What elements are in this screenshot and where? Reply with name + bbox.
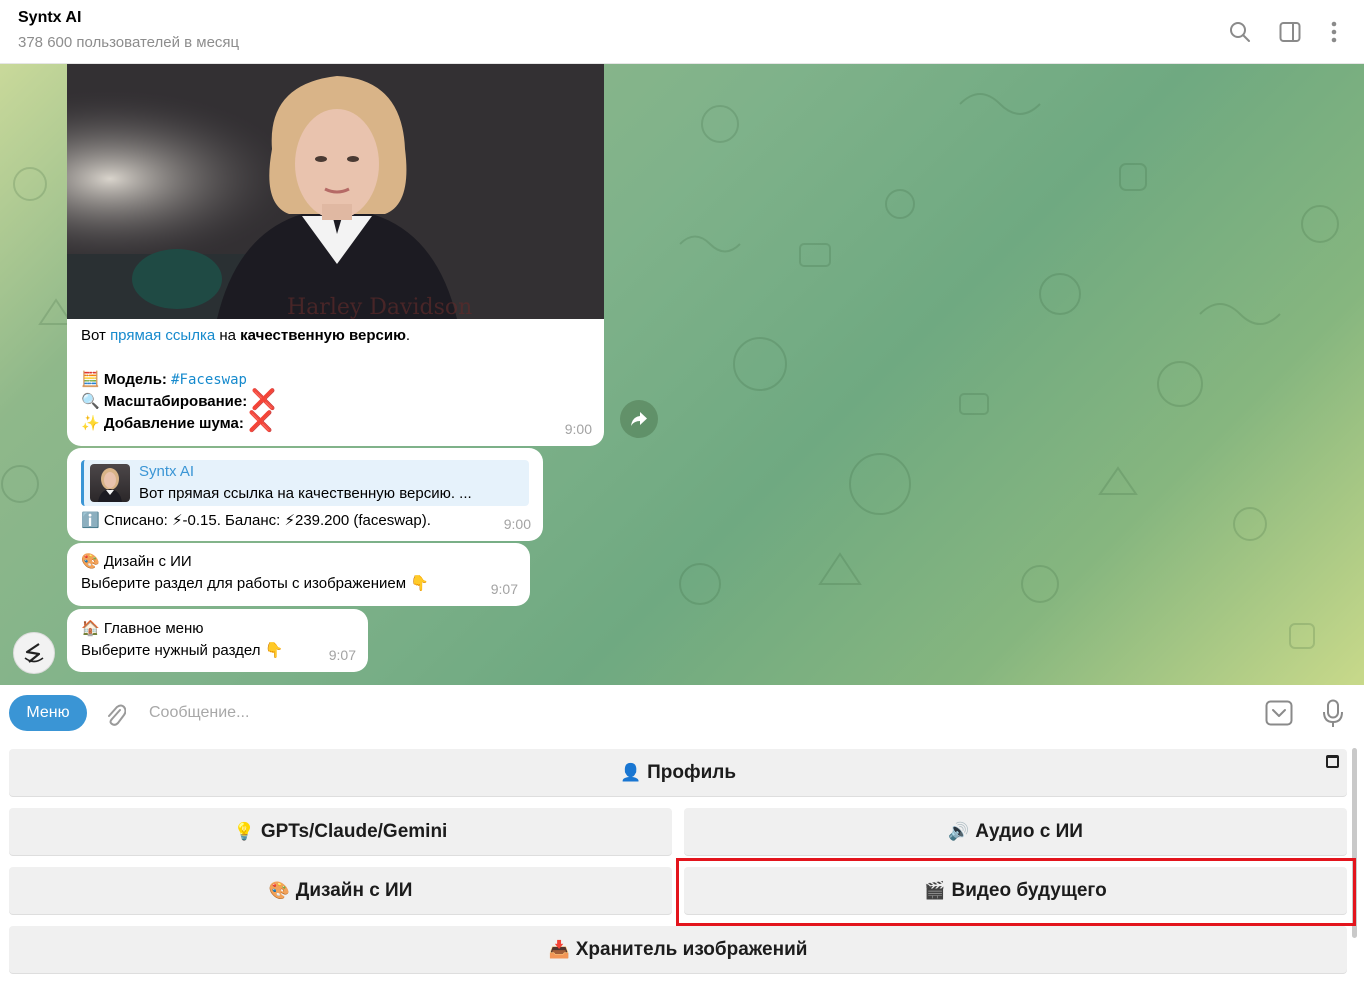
cross-mark-icon: ❌ bbox=[248, 411, 273, 433]
keyboard-toggle-icon[interactable] bbox=[1264, 698, 1294, 728]
profile-button[interactable]: 👤 Профиль bbox=[9, 749, 1347, 796]
message-bubble-charge: Syntx AI Вот прямая ссылка на качественн… bbox=[67, 448, 543, 541]
noise-line: ✨ Добавление шума: ❌ bbox=[81, 411, 273, 433]
message-bubble-main-menu: 🏠 Главное меню Выберите нужный раздел 👇 … bbox=[67, 609, 368, 672]
info-icon: ℹ️ bbox=[81, 512, 100, 529]
result-photo[interactable]: Harley Davidson bbox=[67, 64, 604, 319]
reply-thumbnail bbox=[90, 464, 130, 502]
message-time: 9:00 bbox=[564, 421, 592, 437]
palette-icon: 🎨 bbox=[81, 553, 100, 570]
lightbulb-icon: 💡 bbox=[233, 821, 255, 841]
video-button[interactable]: 🎬 Видео будущего bbox=[684, 867, 1347, 914]
inbox-tray-icon: 📥 bbox=[548, 939, 570, 959]
window-icon bbox=[1326, 755, 1339, 768]
direct-link[interactable]: прямая ссылка bbox=[110, 327, 215, 344]
reply-quote[interactable]: Syntx AI Вот прямая ссылка на качественн… bbox=[81, 460, 529, 506]
message-time: 9:00 bbox=[503, 516, 531, 532]
chat-header: Syntx AI 378 600 пользователей в месяц bbox=[0, 0, 1364, 64]
scale-line: 🔍 Масштабирование: ❌ bbox=[81, 389, 277, 411]
chat-title[interactable]: Syntx AI bbox=[18, 9, 81, 27]
message-text: Выберите раздел для работы с изображение… bbox=[81, 575, 429, 592]
message-input[interactable] bbox=[140, 697, 1240, 729]
svg-text:Harley Davidson: Harley Davidson bbox=[287, 295, 472, 319]
reply-sender: Syntx AI bbox=[139, 463, 195, 480]
sidebar-toggle-icon[interactable] bbox=[1276, 18, 1304, 46]
audio-button[interactable]: 🔊 Аудио с ИИ bbox=[684, 808, 1347, 855]
message-time: 9:07 bbox=[490, 581, 518, 597]
forward-button[interactable] bbox=[620, 400, 658, 438]
message-title: 🏠 Главное меню bbox=[81, 620, 204, 637]
charge-line: ℹ️ Списано: ⚡-0.15. Баланс: ⚡239.200 (fa… bbox=[81, 512, 431, 529]
message-text: Выберите нужный раздел 👇 bbox=[81, 642, 284, 659]
message-bubble-design: 🎨 Дизайн с ИИ Выберите раздел для работы… bbox=[67, 543, 530, 606]
chat-area: Вот прямая ссылка на качественную версию… bbox=[0, 64, 1364, 685]
chat-subtitle: 378 600 пользователей в месяц bbox=[18, 34, 240, 51]
search-icon[interactable] bbox=[1226, 18, 1254, 46]
model-line: 🧮 Модель: #Faceswap bbox=[81, 371, 247, 388]
message-composer: Меню bbox=[0, 685, 1364, 741]
bot-keyboard: 👤 Профиль 💡 GPTs/Claude/Gemini 🔊 Аудио с ИИ… bbox=[0, 741, 1364, 987]
more-vertical-icon[interactable] bbox=[1320, 18, 1348, 46]
bot-avatar[interactable] bbox=[13, 632, 55, 674]
message-title: 🎨 Дизайн с ИИ bbox=[81, 553, 192, 570]
message-text: Вот прямая ссылка на качественную версию… bbox=[81, 325, 591, 435]
reply-text: Вот прямая ссылка на качественную версию… bbox=[139, 485, 472, 502]
gpts-button[interactable]: 💡 GPTs/Claude/Gemini bbox=[9, 808, 672, 855]
message-time: 9:07 bbox=[328, 647, 356, 663]
keyboard-scrollbar[interactable] bbox=[1352, 748, 1357, 938]
house-icon: 🏠 bbox=[81, 620, 100, 637]
menu-button[interactable]: Меню bbox=[9, 695, 87, 731]
paperclip-icon[interactable] bbox=[100, 699, 130, 729]
speaker-icon: 🔊 bbox=[948, 821, 970, 841]
user-icon: 👤 bbox=[619, 762, 642, 782]
microphone-icon[interactable] bbox=[1318, 698, 1348, 730]
clapperboard-icon: 🎬 bbox=[924, 880, 946, 900]
palette-icon: 🎨 bbox=[268, 880, 290, 900]
faceswap-hashtag[interactable]: #Faceswap bbox=[171, 372, 247, 388]
cross-mark-icon: ❌ bbox=[251, 389, 277, 411]
design-button[interactable]: 🎨 Дизайн с ИИ bbox=[9, 867, 672, 914]
image-storage-button[interactable]: 📥 Хранитель изображений bbox=[9, 926, 1347, 973]
